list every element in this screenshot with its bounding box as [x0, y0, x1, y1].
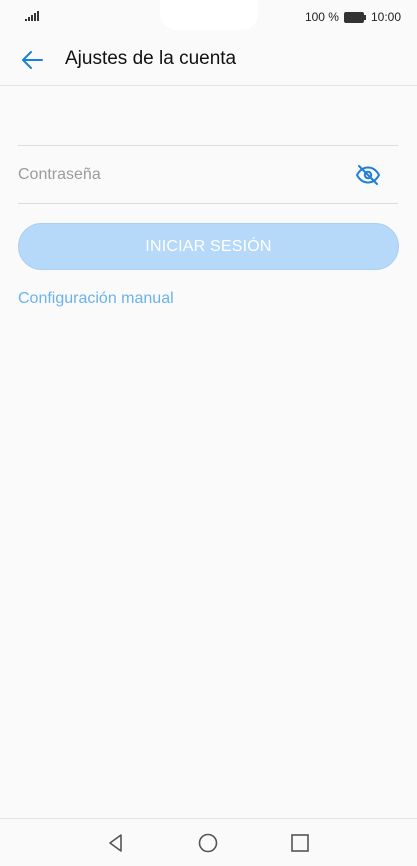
camera-notch [160, 0, 258, 30]
password-visibility-toggle[interactable] [354, 162, 382, 188]
signal-icon [25, 11, 39, 21]
square-recent-icon [291, 834, 309, 852]
email-field[interactable] [18, 88, 398, 145]
screen: 100 % 10:00 Ajustes de la cuenta INICIAR… [0, 0, 417, 866]
page-title: Ajustes de la cuenta [65, 48, 237, 69]
arrow-left-icon [22, 51, 43, 69]
battery-icon [343, 11, 366, 23]
battery-percent: 100 % [304, 10, 339, 24]
eye-off-icon [355, 165, 381, 185]
back-button[interactable] [14, 44, 50, 76]
password-field-container [18, 146, 398, 204]
nav-home-button[interactable] [196, 831, 220, 855]
triangle-back-icon [109, 834, 122, 852]
email-field-container [18, 88, 398, 146]
manual-configuration-link[interactable]: Configuración manual [18, 290, 174, 308]
nav-back-button[interactable] [104, 831, 128, 855]
system-nav-bar [0, 818, 417, 866]
status-time: 10:00 [370, 10, 401, 24]
status-bar: 100 % 10:00 [0, 0, 417, 34]
password-field[interactable] [18, 146, 398, 203]
app-header: Ajustes de la cuenta [0, 34, 417, 86]
circle-home-icon [198, 833, 218, 853]
nav-recent-button[interactable] [288, 831, 312, 855]
login-button[interactable]: INICIAR SESIÓN [18, 223, 399, 270]
status-right: 100 % 10:00 [305, 10, 401, 24]
